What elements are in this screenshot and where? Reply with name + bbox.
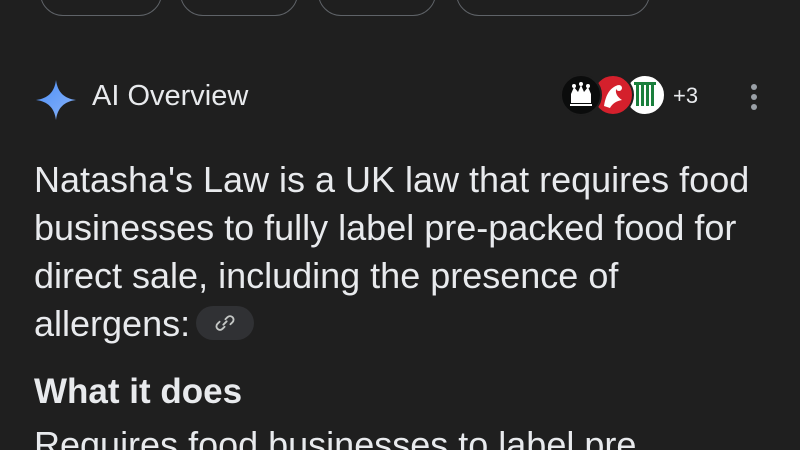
summary-text: Natasha's Law is a UK law that requires … xyxy=(34,159,750,344)
filter-chip[interactable] xyxy=(456,0,650,16)
ai-overview-summary: Natasha's Law is a UK law that requires … xyxy=(34,156,779,348)
filter-chip[interactable] xyxy=(40,0,162,16)
section-heading: What it does xyxy=(34,372,243,411)
sparkle-icon xyxy=(36,80,76,120)
crown-icon xyxy=(570,82,592,106)
filter-chip-row xyxy=(0,0,800,18)
ai-overview-header: AI Overview +3 xyxy=(34,72,774,122)
link-icon xyxy=(215,315,235,332)
filter-chip[interactable] xyxy=(180,0,298,16)
source-avatar-crown[interactable] xyxy=(560,74,602,116)
more-vert-icon[interactable] xyxy=(746,84,762,114)
filter-chip[interactable] xyxy=(318,0,436,16)
sources-more-count[interactable]: +3 xyxy=(673,83,698,109)
source-link-button[interactable] xyxy=(196,306,255,341)
source-avatars[interactable]: +3 xyxy=(560,74,740,120)
ai-overview-title: AI Overview xyxy=(92,80,249,112)
search-results-page: AI Overview +3 Natasha's Law is a UK law… xyxy=(0,0,800,450)
list-item-text: Requires food businesses to label pre xyxy=(34,424,637,450)
